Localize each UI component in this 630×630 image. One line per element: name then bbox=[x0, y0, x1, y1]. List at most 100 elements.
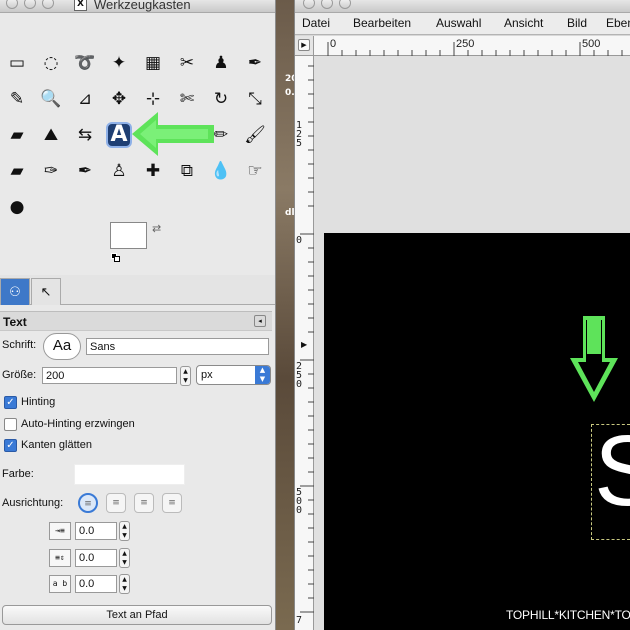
ruler-v-250-c: 0 bbox=[296, 379, 303, 390]
measure-icon[interactable]: ⊿ bbox=[72, 86, 98, 112]
clone-icon[interactable]: ♙ bbox=[106, 158, 132, 184]
dodge-burn-icon[interactable]: ● bbox=[4, 194, 30, 220]
tab-device-status[interactable]: ↖ bbox=[31, 278, 61, 305]
align-center-button[interactable]: ≡ bbox=[134, 493, 154, 513]
pointer-icon: ↖ bbox=[40, 284, 52, 300]
move-icon[interactable]: ✥ bbox=[106, 86, 132, 112]
image-titlebar bbox=[295, 0, 630, 13]
close-window-button[interactable] bbox=[6, 0, 18, 9]
align-right-button[interactable]: ≡ bbox=[106, 493, 126, 513]
align-left-button[interactable]: ≡ bbox=[78, 493, 98, 513]
unit-value: px bbox=[201, 369, 213, 381]
eraser-icon[interactable]: ▰ bbox=[4, 158, 30, 184]
paintbrush-icon[interactable]: 🖌 bbox=[242, 122, 268, 148]
blur-icon[interactable]: 💧 bbox=[208, 158, 234, 184]
flip-icon[interactable]: ⇆ bbox=[72, 122, 98, 148]
color-select-icon[interactable]: ▦ bbox=[140, 50, 166, 76]
shear-icon[interactable]: ▰ bbox=[4, 122, 30, 148]
ruler-h-label-0: 0 bbox=[330, 38, 337, 50]
scissors-icon[interactable]: ✂ bbox=[174, 50, 200, 76]
image-close-button[interactable] bbox=[303, 0, 315, 9]
tool-options-title: Text bbox=[3, 315, 27, 329]
foreground-select-icon[interactable]: ♟ bbox=[208, 50, 234, 76]
crop-icon[interactable]: ✄ bbox=[174, 86, 200, 112]
smudge-icon[interactable]: ☞ bbox=[242, 158, 268, 184]
dock-collapse-icon[interactable]: ▶ bbox=[301, 340, 311, 352]
heal-icon[interactable]: ✚ bbox=[140, 158, 166, 184]
size-stepper[interactable]: ▲ ▼ bbox=[180, 366, 191, 386]
menu-ebene[interactable]: Ebene bbox=[606, 16, 630, 30]
quick-mask-icon[interactable]: ▶ bbox=[298, 39, 310, 51]
paths-icon[interactable]: ✒ bbox=[242, 50, 268, 76]
lasso-select-icon[interactable]: ➰ bbox=[72, 50, 98, 76]
image-zoom-button[interactable] bbox=[339, 0, 351, 9]
ruler-v-bottom: 7 bbox=[296, 615, 303, 626]
toolbox-window: X Werkzeugkasten ▭◌➰✦▦✂♟✒✎🔍⊿✥⊹✄↻⤡▰⛰⇆A⬮▤✏… bbox=[0, 0, 276, 630]
annotation-arrow-down bbox=[570, 316, 618, 402]
indent-stepper[interactable]: ▲ ▼ bbox=[119, 521, 130, 541]
menu-bearbeiten[interactable]: Bearbeiten bbox=[353, 16, 411, 30]
menu-datei[interactable]: Datei bbox=[302, 16, 330, 30]
rect-select-icon[interactable]: ▭ bbox=[4, 50, 30, 76]
color-label: Farbe: bbox=[2, 468, 34, 480]
rotate-icon[interactable]: ↻ bbox=[208, 86, 234, 112]
menu-bild[interactable]: Bild bbox=[567, 16, 587, 30]
minimize-window-button[interactable] bbox=[24, 0, 36, 9]
canvas-text: S bbox=[594, 415, 630, 527]
foreground-color-swatch[interactable] bbox=[110, 222, 147, 249]
ruler-v-top-3: 5 bbox=[296, 138, 303, 149]
x11-icon: X bbox=[74, 0, 87, 11]
ruler-h-label-250: 250 bbox=[456, 38, 475, 50]
size-label: Größe: bbox=[2, 369, 37, 381]
zoom-icon[interactable]: 🔍 bbox=[38, 86, 64, 112]
menu-ansicht[interactable]: Ansicht bbox=[504, 16, 543, 30]
annotation-arrow-left bbox=[132, 112, 214, 156]
font-label: Schrift: bbox=[2, 339, 37, 351]
letter-spacing-stepper[interactable]: ▲ ▼ bbox=[119, 574, 130, 594]
tab-tool-options[interactable]: ⚇ bbox=[0, 278, 30, 305]
align-justify-button[interactable]: ≡ bbox=[162, 493, 182, 513]
text-along-path-button[interactable]: Text an Pfad bbox=[2, 605, 272, 625]
hinting-checkbox[interactable]: ✓ bbox=[4, 396, 17, 409]
text-tool-icon[interactable]: A bbox=[106, 122, 132, 148]
perspective-icon[interactable]: ⛰ bbox=[38, 122, 64, 148]
airbrush-icon[interactable]: ✑ bbox=[38, 158, 64, 184]
color-picker-icon[interactable]: ✎ bbox=[4, 86, 30, 112]
align-icon[interactable]: ⊹ bbox=[140, 86, 166, 112]
chevron-updown-icon: ▲ ▼ bbox=[255, 366, 270, 384]
image-minimize-button[interactable] bbox=[321, 0, 333, 9]
ruler-h-label-500: 500 bbox=[582, 38, 601, 50]
image-canvas[interactable] bbox=[324, 233, 630, 630]
scale-icon[interactable]: ⤡ bbox=[242, 86, 268, 112]
toolbox-title: Werkzeugkasten bbox=[94, 0, 191, 12]
tool-options-header: Text ◂ bbox=[0, 311, 272, 331]
swap-colors-icon[interactable]: ⇄ bbox=[152, 222, 161, 235]
ellipse-select-icon[interactable]: ◌ bbox=[38, 50, 64, 76]
fuzzy-select-icon[interactable]: ✦ bbox=[106, 50, 132, 76]
indent-icon: ⇥≡ bbox=[49, 522, 71, 540]
letter-spacing-icon: a b bbox=[49, 575, 71, 593]
letter-spacing-input[interactable]: 0.0 bbox=[75, 575, 117, 593]
menubar: Datei Bearbeiten Auswahl Ansicht Bild Eb… bbox=[295, 13, 630, 35]
line-spacing-stepper[interactable]: ▲ ▼ bbox=[119, 548, 130, 568]
unit-select[interactable]: px ▲ ▼ bbox=[196, 365, 271, 385]
font-input[interactable]: Sans bbox=[86, 338, 269, 355]
panel-menu-icon[interactable]: ◂ bbox=[254, 315, 266, 327]
line-spacing-input[interactable]: 0.0 bbox=[75, 549, 117, 567]
autohint-checkbox[interactable] bbox=[4, 418, 17, 431]
indent-input[interactable]: 0.0 bbox=[75, 522, 117, 540]
watermark: TOPHILL*KITCHEN*TOUR bbox=[506, 608, 630, 622]
align-label: Ausrichtung: bbox=[2, 497, 64, 509]
menu-auswahl[interactable]: Auswahl bbox=[436, 16, 481, 30]
font-picker-button[interactable]: Aa bbox=[43, 333, 81, 360]
antialias-checkbox[interactable]: ✓ bbox=[4, 439, 17, 452]
default-colors-bg-icon bbox=[114, 256, 120, 262]
perspective-clone-icon[interactable]: ⧉ bbox=[174, 158, 200, 184]
antialias-label: Kanten glätten bbox=[21, 439, 92, 451]
line-spacing-icon: ≡⇕ bbox=[49, 549, 71, 567]
ink-icon[interactable]: ✒ bbox=[72, 158, 98, 184]
text-color-button[interactable] bbox=[74, 464, 185, 485]
size-input[interactable]: 200 bbox=[42, 367, 177, 384]
fg-bg-color-swatches[interactable]: ⇄ bbox=[110, 222, 170, 270]
zoom-window-button[interactable] bbox=[42, 0, 54, 9]
